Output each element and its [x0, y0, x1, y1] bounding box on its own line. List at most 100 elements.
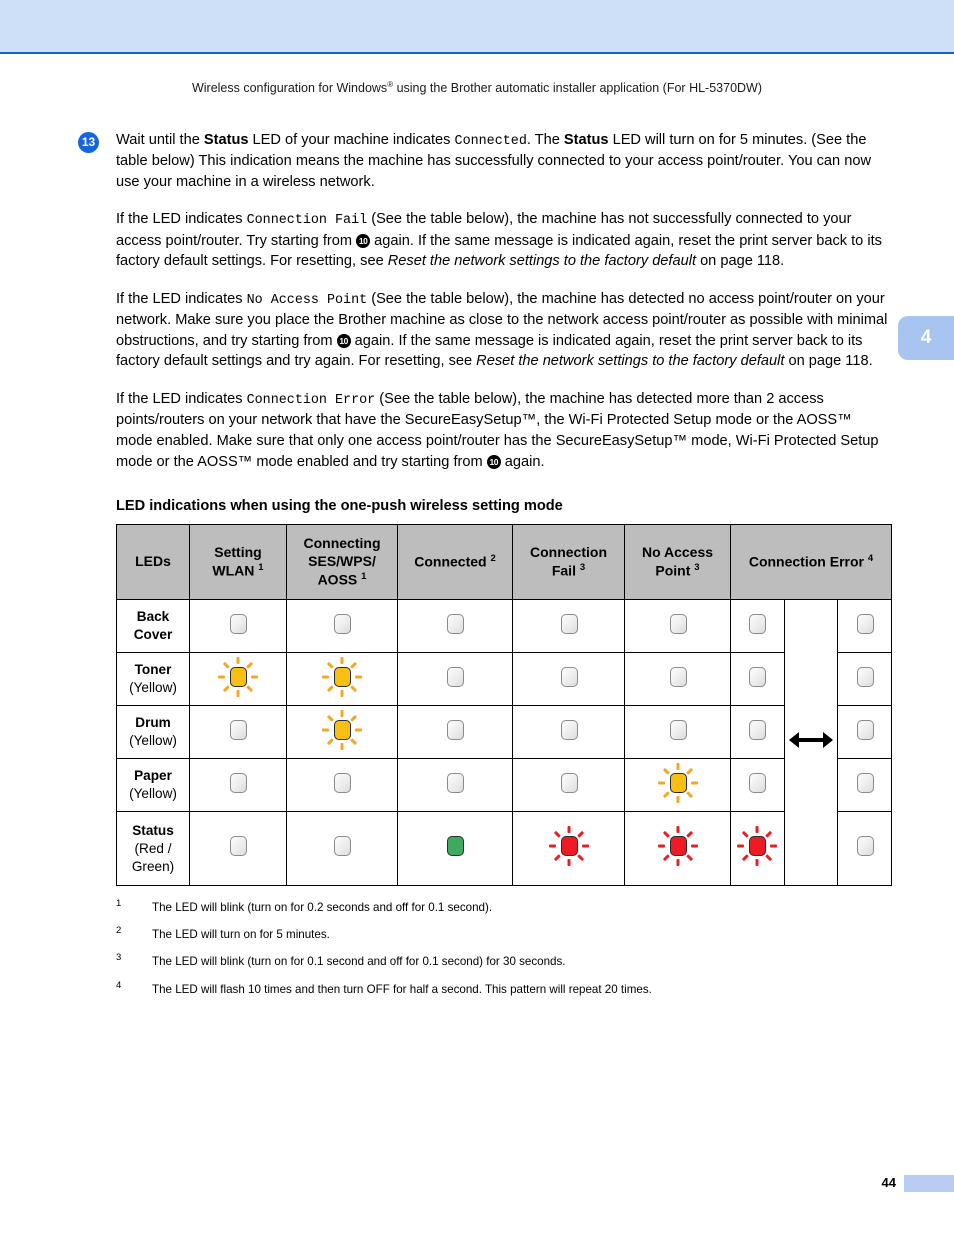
led-blink-ray — [236, 656, 240, 664]
row-label-drum: Drum (Yellow) — [116, 705, 190, 760]
led-off-icon — [436, 711, 474, 749]
footnote-3-text: The LED will blink (turn on for 0.1 seco… — [152, 955, 566, 969]
footnote-2: 2 The LED will turn on for 5 minutes. — [116, 925, 892, 942]
led-back-cover-connection-fail — [512, 599, 625, 654]
col-header-no-access-point-line2: Point — [655, 562, 691, 579]
row-label-back-cover: Back Cover — [116, 599, 190, 654]
led-blink-ray — [685, 831, 693, 839]
led-blink-ray — [222, 684, 230, 693]
led-off-icon — [550, 658, 588, 696]
led-table-body: Back Cover Toner (Yellow) Drum (Yellow) … — [116, 599, 892, 887]
inline-step-badge-10: 10 — [486, 454, 501, 469]
led-off-icon — [738, 658, 776, 696]
led-blink-ray — [340, 689, 344, 697]
led-drum-connected — [397, 705, 513, 760]
col-header-connection-fail-line1: Connection — [530, 544, 607, 561]
step-13: 13 Wait until the Status LED of your mach… — [78, 130, 892, 192]
led-off-icon — [846, 658, 884, 696]
led-blink-ray — [755, 826, 759, 834]
led-off-icon — [436, 605, 474, 643]
col-header-connecting-line3: AOSS — [317, 571, 358, 588]
led-paper-connected — [397, 758, 513, 813]
led-blink-ray — [662, 854, 670, 862]
led-blink-ray — [355, 675, 362, 679]
led-yellow-blink-icon — [657, 762, 698, 803]
led-yellow-blink-icon — [218, 656, 258, 697]
led-blink-ray — [246, 661, 254, 669]
led-status-connected — [397, 811, 513, 887]
row-label-status: Status (Red / Green) — [116, 811, 190, 887]
col-header-connecting: Connecting SES/WPS/AOSS 1 — [286, 524, 398, 601]
para-0-crossref: Reset the network settings to the factor… — [387, 253, 697, 270]
para-1-code: No Access Point — [246, 292, 368, 308]
paragraph-connection-fail: If the LED indicates Connection Fail (Se… — [116, 192, 892, 271]
led-toner-connected — [397, 652, 513, 707]
double-arrow-icon — [788, 732, 833, 749]
led-toner-connection-error-a — [730, 652, 785, 707]
led-blink-ray — [657, 844, 665, 848]
footnote-4-number: 4 — [116, 979, 122, 991]
led-status-connection-fail — [512, 811, 625, 887]
led-blink-ray — [576, 854, 584, 862]
led-paper-connecting — [286, 758, 398, 813]
led-blink-ray — [322, 728, 329, 732]
col-header-setting-wlan: Setting WLAN 1 — [189, 524, 287, 601]
led-blink-ray — [251, 675, 258, 679]
led-drum-connecting — [286, 705, 398, 760]
footnote-2-text: The LED will turn on for 5 minutes. — [152, 928, 330, 942]
led-red-blink-icon — [737, 826, 778, 867]
led-drum-connection-fail — [512, 705, 625, 760]
led-blink-ray — [765, 854, 773, 862]
col-header-setting-wlan-line2: WLAN — [212, 562, 255, 579]
led-blink-ray — [685, 790, 693, 799]
led-off-icon — [219, 827, 257, 865]
led-blink-ray — [662, 831, 670, 839]
footnote-1-number: 1 — [116, 898, 122, 910]
led-off-icon — [550, 764, 588, 802]
footnotes: 1 The LED will blink (turn on for 0.2 sec… — [116, 898, 892, 996]
row-label-line1: Status — [132, 822, 174, 838]
led-blink-ray — [350, 661, 358, 669]
led-blink-ray — [685, 854, 693, 862]
led-blink-ray — [340, 656, 344, 664]
page-content: 13 Wait until the Status LED of your mach… — [78, 130, 892, 1009]
para-0-post: on page 118. — [696, 253, 785, 270]
led-blink-ray — [246, 684, 254, 693]
led-red-blink-icon — [548, 826, 589, 867]
led-status-no-access-point — [624, 811, 731, 887]
page-header-band — [0, 0, 954, 54]
footnote-3-number: 3 — [116, 952, 122, 964]
led-off-icon — [219, 764, 257, 802]
col-header-connection-error-footnote-ref: 4 — [867, 553, 874, 565]
led-off-icon — [846, 605, 884, 643]
led-blink-ray — [553, 854, 561, 862]
led-indications-table: LEDs Setting WLAN 1 Connecting SES/WPS/AOS… — [116, 524, 892, 887]
footnote-2-number: 2 — [116, 925, 122, 937]
led-blink-ray — [236, 689, 240, 697]
led-blink-ray — [657, 781, 665, 785]
led-off-icon — [323, 827, 361, 865]
led-status-setting-wlan — [189, 811, 287, 887]
led-back-cover-connection-error-a — [730, 599, 785, 654]
led-yellow-blink-icon — [322, 656, 362, 697]
row-label-color-line2: Green) — [131, 858, 175, 874]
led-blink-ray — [567, 826, 570, 834]
table-title: LED indications when using the one-push … — [116, 498, 563, 515]
row-label-line1: Back — [136, 609, 170, 625]
led-drum-setting-wlan — [189, 705, 287, 760]
led-drum-connection-error-b — [837, 705, 892, 760]
para-1-post: on page 118. — [784, 353, 873, 370]
led-toner-connecting — [286, 652, 398, 707]
led-off-icon — [323, 605, 361, 643]
led-blink-ray — [340, 742, 344, 750]
led-blink-ray — [553, 831, 561, 839]
footnote-3: 3 The LED will blink (turn on for 0.1 sec… — [116, 952, 892, 969]
led-blink-ray — [355, 728, 362, 732]
led-toner-setting-wlan — [189, 652, 287, 707]
footnote-1-text: The LED will blink (turn on for 0.2 seco… — [152, 901, 493, 915]
led-blink-ray — [676, 795, 679, 803]
led-drum-connection-error-a — [730, 705, 785, 760]
col-header-setting-wlan-line1: Setting — [214, 544, 262, 561]
row-label-color: (Yellow) — [129, 733, 177, 749]
led-toner-connection-error-b — [837, 652, 892, 707]
